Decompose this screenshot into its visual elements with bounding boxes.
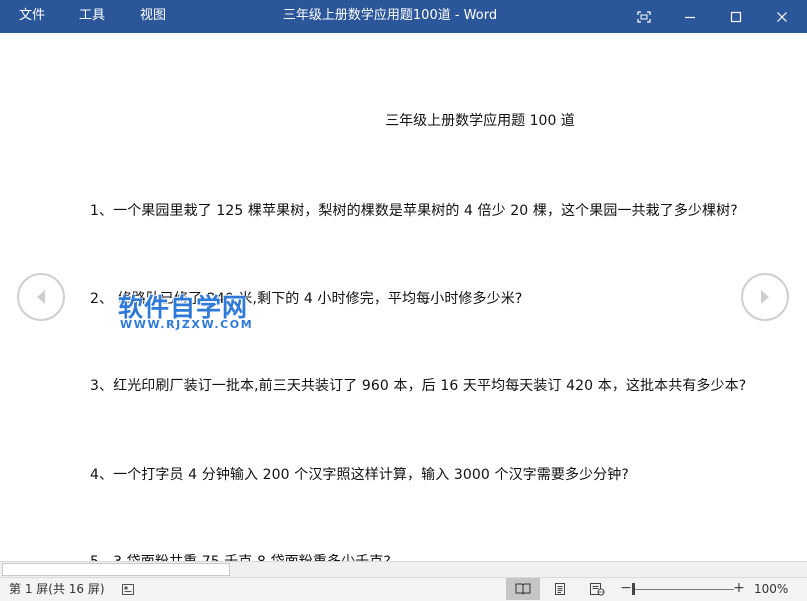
page-indicator: 第 1 屏(共 16 屏) bbox=[9, 578, 105, 600]
next-screen-icon bbox=[757, 288, 773, 306]
menu-file[interactable]: 文件 bbox=[19, 0, 45, 33]
close-button[interactable] bbox=[759, 0, 805, 33]
zoom-in-button[interactable]: + bbox=[733, 578, 745, 599]
zoom-out-button[interactable]: − bbox=[620, 578, 632, 599]
menu-view[interactable]: 视图 bbox=[140, 0, 166, 33]
print-layout-button[interactable] bbox=[543, 578, 577, 600]
maximize-icon bbox=[730, 11, 742, 23]
question-1: 1、一个果园里栽了 125 棵苹果树，梨树的棵数是苹果树的 4 倍少 20 棵，… bbox=[90, 200, 738, 220]
maximize-button[interactable] bbox=[713, 0, 759, 33]
fullscreen-icon bbox=[637, 11, 651, 23]
zoom-slider-thumb[interactable] bbox=[632, 583, 635, 595]
watermark-url: WWW.RJZXW.COM bbox=[120, 318, 253, 331]
next-screen-button[interactable] bbox=[741, 273, 789, 321]
status-bar: 第 1 屏(共 16 屏) − + 100% bbox=[0, 577, 807, 601]
question-4: 4、一个打字员 4 分钟输入 200 个汉字照这样计算，输入 3000 个汉字需… bbox=[90, 464, 629, 484]
web-layout-button[interactable] bbox=[580, 578, 614, 600]
minimize-button[interactable] bbox=[667, 0, 713, 33]
zoom-slider-track[interactable] bbox=[634, 589, 734, 590]
scrollbar-thumb[interactable] bbox=[2, 563, 230, 576]
document-page: 三年级上册数学应用题 100 道 1、一个果园里栽了 125 棵苹果树，梨树的棵… bbox=[0, 33, 807, 563]
previous-screen-button[interactable] bbox=[17, 273, 65, 321]
print-layout-icon bbox=[553, 582, 567, 596]
menu-tools[interactable]: 工具 bbox=[79, 0, 105, 33]
close-icon bbox=[776, 11, 788, 23]
minimize-icon bbox=[684, 11, 696, 23]
zoom-level[interactable]: 100% bbox=[754, 578, 788, 600]
document-title: 三年级上册数学应用题 100 道 bbox=[330, 110, 630, 130]
web-layout-icon bbox=[589, 582, 605, 596]
read-mode-button[interactable] bbox=[506, 578, 540, 600]
previous-screen-icon bbox=[33, 288, 49, 306]
read-mode-icon bbox=[515, 582, 531, 596]
question-3: 3、红光印刷厂装订一批本,前三天共装订了 960 本，后 16 天平均每天装订 … bbox=[90, 375, 746, 395]
horizontal-scrollbar[interactable] bbox=[0, 561, 807, 578]
accessibility-check-icon[interactable] bbox=[119, 581, 137, 597]
watermark-logo: 软件自学网 WWW.RJZXW.COM bbox=[118, 288, 268, 336]
window-title: 三年级上册数学应用题100道 - Word bbox=[250, 0, 530, 33]
fullscreen-button[interactable] bbox=[621, 0, 667, 33]
title-bar: 文件 工具 视图 三年级上册数学应用题100道 - Word bbox=[0, 0, 807, 33]
